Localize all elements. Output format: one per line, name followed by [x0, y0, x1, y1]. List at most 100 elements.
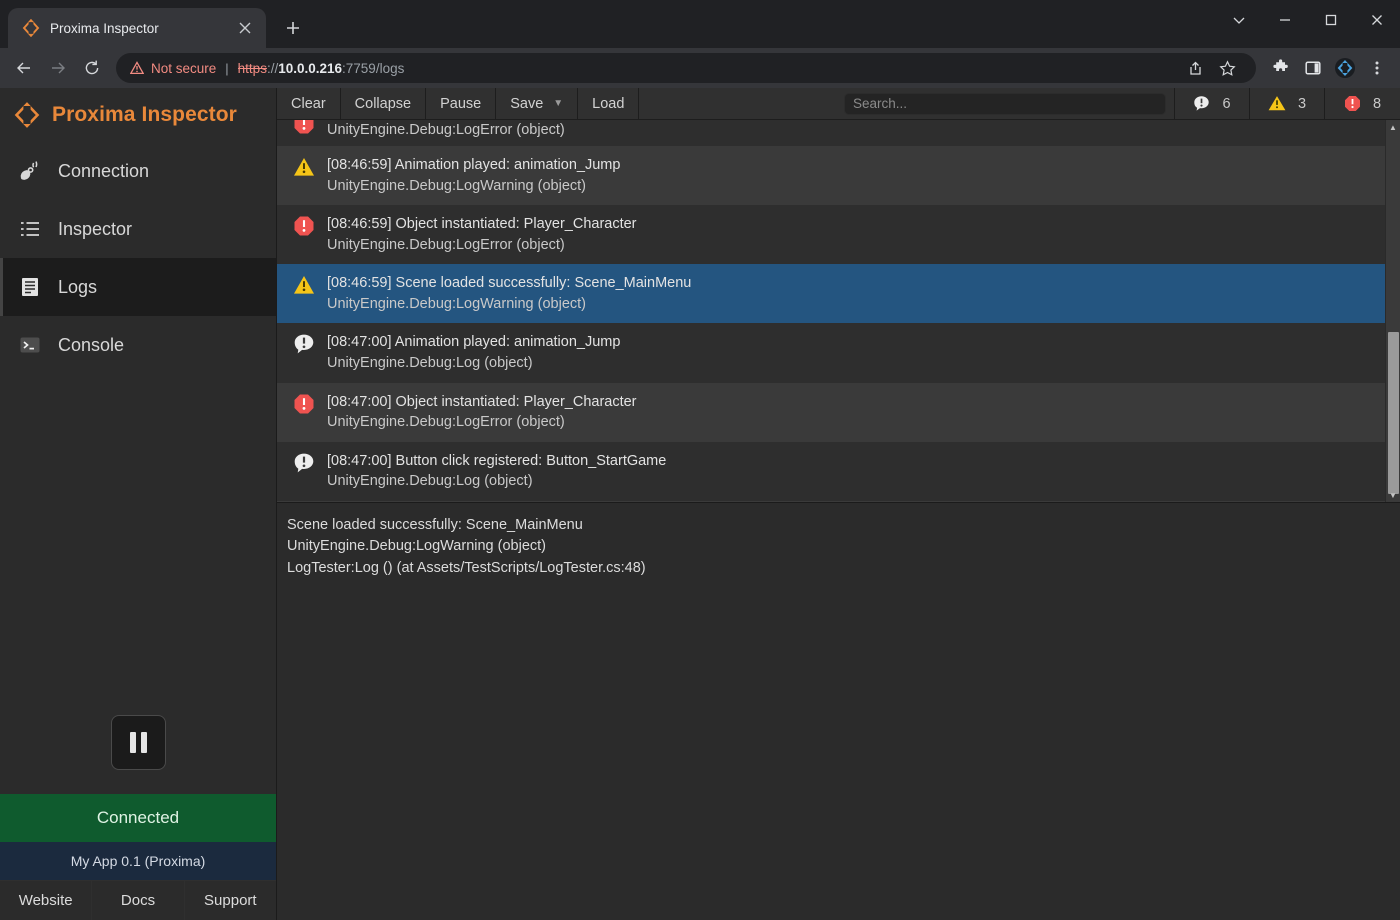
- pause-button[interactable]: [111, 715, 166, 770]
- close-window-icon[interactable]: [1354, 0, 1400, 40]
- profile-avatar[interactable]: [1330, 53, 1360, 83]
- table-row[interactable]: [08:47:00] Button click registered: Butt…: [277, 501, 1385, 503]
- log-source: UnityEngine.Debug:LogError (object): [327, 120, 565, 141]
- log-list-scrollbar[interactable]: ▲ ▼: [1385, 120, 1400, 502]
- bookmark-star-icon[interactable]: [1212, 53, 1242, 83]
- forward-icon[interactable]: [42, 52, 74, 84]
- list-tree-icon: [18, 217, 42, 241]
- log-list[interactable]: UnityEngine.Debug:LogError (object) [08:…: [277, 120, 1400, 503]
- table-row[interactable]: UnityEngine.Debug:LogError (object): [277, 120, 1385, 146]
- satellite-dish-icon: [18, 159, 42, 183]
- log-source: UnityEngine.Debug:LogError (object): [327, 235, 637, 256]
- footer-link-docs[interactable]: Docs: [92, 881, 184, 920]
- scroll-down-arrow-icon[interactable]: ▼: [1386, 488, 1400, 502]
- log-message: [08:47:00] Animation played: animation_J…: [327, 332, 620, 353]
- log-message: [08:46:59] Scene loaded successfully: Sc…: [327, 273, 691, 294]
- table-row[interactable]: [08:47:00] Button click registered: Butt…: [277, 442, 1385, 501]
- log-message: [08:46:59] Animation played: animation_J…: [327, 155, 620, 176]
- tab-title: Proxima Inspector: [50, 21, 224, 36]
- search-input[interactable]: Search...: [844, 93, 1166, 115]
- log-source: UnityEngine.Debug:LogWarning (object): [327, 294, 691, 315]
- url-text: https://10.0.0.216:7759/logs: [238, 61, 405, 76]
- sidebar: Proxima Inspector Connection: [0, 88, 277, 920]
- pause-icon: [130, 732, 136, 753]
- table-row-selected[interactable]: [08:46:59] Scene loaded successfully: Sc…: [277, 264, 1385, 323]
- url-slashes: ://: [267, 61, 278, 76]
- pause-logs-button[interactable]: Pause: [426, 88, 496, 119]
- app-brand-label: Proxima Inspector: [52, 103, 237, 127]
- table-row[interactable]: [08:46:59] Animation played: animation_J…: [277, 146, 1385, 205]
- sidebar-nav: Connection Inspector: [0, 142, 276, 374]
- log-entry-text: [08:46:59] Scene loaded successfully: Sc…: [327, 273, 691, 314]
- sidebar-item-console[interactable]: Console: [0, 316, 276, 374]
- address-bar[interactable]: Not secure | https://10.0.0.216:7759/log…: [116, 53, 1256, 83]
- detail-source: UnityEngine.Debug:LogWarning (object): [287, 536, 1400, 557]
- log-rows: UnityEngine.Debug:LogError (object) [08:…: [277, 120, 1385, 503]
- tab-strip: Proxima Inspector: [0, 0, 1400, 48]
- sidebar-item-label: Logs: [58, 277, 97, 298]
- url-path: :7759/logs: [342, 61, 404, 76]
- pause-icon: [141, 732, 147, 753]
- sidebar-item-label: Inspector: [58, 219, 132, 240]
- back-icon[interactable]: [8, 52, 40, 84]
- table-row[interactable]: [08:46:59] Object instantiated: Player_C…: [277, 205, 1385, 264]
- warning-triangle-icon: [293, 156, 315, 178]
- browser-tab[interactable]: Proxima Inspector: [8, 8, 266, 48]
- document-lines-icon: [18, 275, 42, 299]
- chevron-down-icon[interactable]: [1216, 0, 1262, 40]
- sidebar-item-inspector[interactable]: Inspector: [0, 200, 276, 258]
- extensions-puzzle-icon[interactable]: [1266, 53, 1296, 83]
- collapse-button[interactable]: Collapse: [341, 88, 426, 119]
- save-label: Save: [510, 96, 543, 112]
- log-entry-text: [08:46:59] Object instantiated: Player_C…: [327, 214, 637, 255]
- error-octagon-icon: [293, 121, 315, 143]
- logs-toolbar: Clear Collapse Pause Save ▼ Load Search.…: [277, 88, 1400, 120]
- log-source: UnityEngine.Debug:LogError (object): [327, 412, 637, 433]
- log-entry-text: [08:47:00] Button click registered: Butt…: [327, 451, 666, 492]
- scrollbar-thumb[interactable]: [1388, 332, 1399, 494]
- share-icon[interactable]: [1180, 53, 1210, 83]
- warning-counter[interactable]: 3: [1250, 88, 1325, 119]
- sidebar-item-logs[interactable]: Logs: [0, 258, 276, 316]
- app-brand: Proxima Inspector: [0, 88, 276, 142]
- new-tab-button[interactable]: [276, 11, 310, 45]
- not-secure-indicator[interactable]: Not secure: [130, 61, 216, 76]
- log-message: [08:46:59] Object instantiated: Player_C…: [327, 214, 637, 235]
- sidebar-item-connection[interactable]: Connection: [0, 142, 276, 200]
- warning-triangle-icon: [130, 61, 144, 75]
- log-detail-pane[interactable]: Scene loaded successfully: Scene_MainMen…: [277, 503, 1400, 920]
- error-octagon-icon: [293, 393, 315, 415]
- close-icon[interactable]: [234, 17, 256, 39]
- minimize-icon[interactable]: [1262, 0, 1308, 40]
- side-panel-icon[interactable]: [1298, 53, 1328, 83]
- log-message: [08:47:00] Button click registered: Butt…: [327, 451, 666, 472]
- clear-button[interactable]: Clear: [277, 88, 341, 119]
- sidebar-item-label: Console: [58, 335, 124, 356]
- table-row[interactable]: [08:47:00] Animation played: animation_J…: [277, 323, 1385, 382]
- error-counter[interactable]: 8: [1325, 88, 1400, 119]
- info-counter[interactable]: 6: [1175, 88, 1250, 119]
- scroll-up-arrow-icon[interactable]: ▲: [1386, 120, 1400, 134]
- overflow-menu-icon[interactable]: [1362, 53, 1392, 83]
- maximize-icon[interactable]: [1308, 0, 1354, 40]
- footer-link-support[interactable]: Support: [185, 881, 276, 920]
- table-row[interactable]: [08:47:00] Object instantiated: Player_C…: [277, 383, 1385, 442]
- app-info-bar: My App 0.1 (Proxima): [0, 842, 276, 880]
- browser-window: Proxima Inspector: [0, 0, 1400, 920]
- window-controls: [1216, 0, 1400, 40]
- not-secure-label: Not secure: [151, 61, 216, 76]
- log-entry-text: UnityEngine.Debug:LogError (object): [327, 120, 565, 141]
- proxima-diamond-icon: [22, 19, 40, 37]
- error-octagon-icon: [1344, 95, 1361, 112]
- footer-link-website[interactable]: Website: [0, 881, 92, 920]
- save-button[interactable]: Save ▼: [496, 88, 578, 119]
- log-entry-text: [08:47:00] Object instantiated: Player_C…: [327, 392, 637, 433]
- log-source: UnityEngine.Debug:Log (object): [327, 471, 666, 492]
- warning-triangle-icon: [293, 274, 315, 296]
- info-count: 6: [1222, 96, 1230, 112]
- reload-icon[interactable]: [76, 52, 108, 84]
- load-button[interactable]: Load: [578, 88, 639, 119]
- error-octagon-icon: [293, 215, 315, 237]
- chevron-down-icon[interactable]: ▼: [553, 98, 563, 109]
- url-host: 10.0.0.216: [278, 61, 342, 76]
